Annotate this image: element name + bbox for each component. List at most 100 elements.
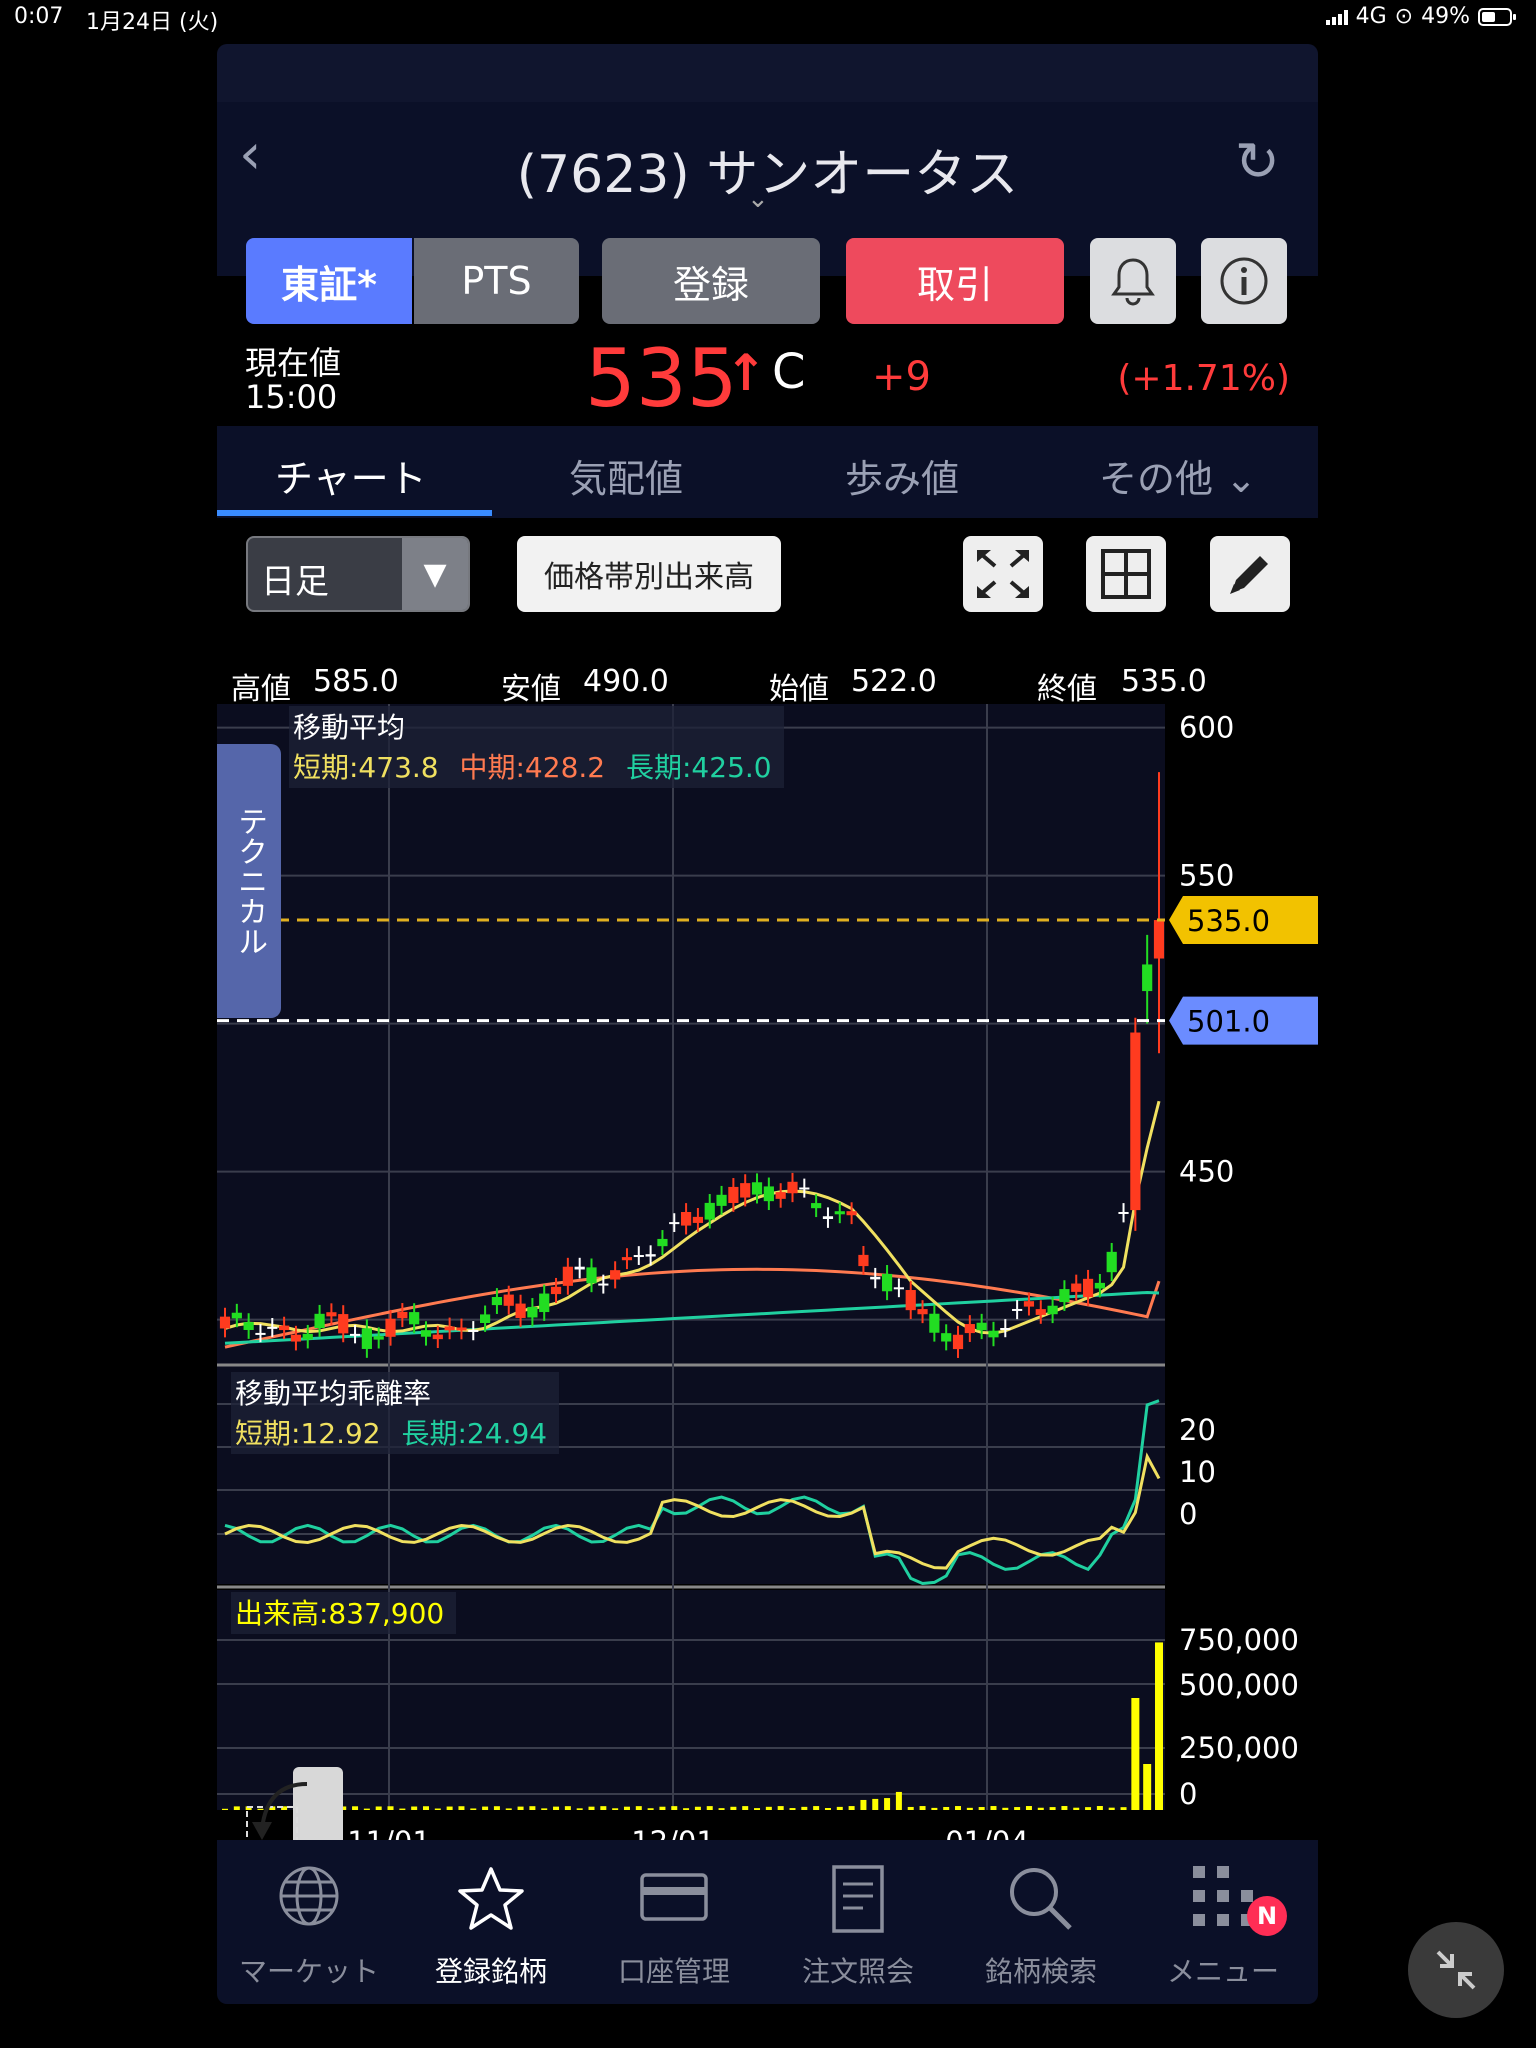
candle: [1130, 1017, 1141, 1231]
volume-bar: [860, 1799, 867, 1810]
candle-body: [338, 1314, 349, 1334]
candle-body: [562, 1266, 573, 1286]
nav-watchlist[interactable]: 登録銘柄: [416, 1864, 566, 1990]
tab-ticks[interactable]: 歩み値: [845, 448, 959, 503]
candle-body: [751, 1182, 763, 1195]
nav-label: メニュー: [1166, 1955, 1279, 1988]
refresh-icon[interactable]: ↻: [1235, 130, 1280, 193]
volume-bar: [1037, 1807, 1044, 1810]
volume-bar: [387, 1806, 394, 1810]
price-flag: C: [772, 344, 806, 400]
volume-bar: [1073, 1807, 1080, 1810]
volume-bar: [493, 1806, 500, 1810]
grid-layout-icon[interactable]: [1086, 536, 1166, 612]
fullscreen-icon[interactable]: [963, 536, 1043, 612]
technical-panel-tab[interactable]: テクニカル: [217, 744, 281, 1018]
candle-body: [373, 1336, 384, 1340]
volume-bar: [612, 1808, 619, 1810]
candle-body: [1071, 1283, 1082, 1292]
high-value: 585.0: [313, 664, 399, 699]
chevron-down-icon[interactable]: ⌄: [747, 184, 769, 214]
candle-body: [728, 1186, 739, 1203]
current-price: 535: [585, 332, 738, 425]
candle-body: [740, 1183, 751, 1198]
volume-bar: [553, 1806, 560, 1810]
dropdown-arrow-icon[interactable]: ▼: [402, 538, 468, 610]
deviation-tick: 20: [1179, 1413, 1216, 1447]
price-change-percent: (+1.71%): [1117, 358, 1290, 399]
tab-indicator: [217, 510, 492, 516]
tab-other[interactable]: その他 ⌄: [1099, 448, 1257, 503]
candle-body: [1023, 1301, 1035, 1307]
volume-profile-button[interactable]: 価格帯別出来高: [517, 536, 781, 612]
candle-body: [468, 1329, 479, 1332]
candle-body: [834, 1211, 845, 1215]
nav-label: 注文照会: [801, 1955, 914, 1988]
chevron-down-icon: ⌄: [1225, 457, 1257, 501]
nav-orders[interactable]: 注文照会: [783, 1864, 933, 1990]
candle-body: [669, 1222, 680, 1225]
volume-bar: [1120, 1807, 1127, 1810]
search-icon: [966, 1864, 1116, 1944]
candle-body: [1059, 1289, 1070, 1303]
candle-body: [704, 1202, 715, 1220]
ma-mid: 中期:428.2: [459, 751, 606, 784]
nav-market[interactable]: マーケット: [234, 1864, 384, 1990]
volume-bar: [1049, 1807, 1056, 1810]
orientation-lock-icon: ⊙: [1394, 4, 1414, 29]
volume-bar: [931, 1807, 938, 1810]
candle-body: [456, 1327, 467, 1331]
candle-body: [515, 1303, 526, 1318]
nav-account[interactable]: 口座管理: [599, 1864, 749, 1990]
volume-bar: [659, 1806, 666, 1810]
market-tosho-button[interactable]: 東証*: [246, 238, 412, 324]
register-button[interactable]: 登録: [602, 238, 820, 324]
collapse-icon[interactable]: [1408, 1922, 1504, 2018]
close-label: 終値: [1037, 672, 1097, 707]
volume-bar: [458, 1806, 465, 1810]
candle-body: [680, 1211, 692, 1226]
up-arrow-icon: ↑: [725, 344, 767, 402]
volume-tick: 0: [1179, 1777, 1197, 1811]
candle-body: [1106, 1251, 1117, 1273]
chart-background: [217, 704, 1165, 1810]
ohlc-row: 高値 585.0 安値 490.0 始値 522.0 終値 535.0: [217, 664, 1318, 707]
candle-body: [491, 1296, 503, 1306]
nav-search[interactable]: 銘柄検索: [966, 1864, 1116, 1990]
candle-body: [1035, 1309, 1046, 1315]
candle-body: [811, 1203, 822, 1209]
candle-body: [349, 1333, 361, 1336]
volume-bar: [623, 1806, 630, 1810]
market-pts-button[interactable]: PTS: [414, 238, 579, 324]
candle-body: [1094, 1282, 1105, 1289]
bell-icon[interactable]: [1090, 238, 1176, 324]
volume-bar: [647, 1808, 654, 1810]
volume-bar: [990, 1806, 997, 1810]
trade-button[interactable]: 取引: [846, 238, 1064, 324]
volume-bar: [600, 1806, 607, 1810]
tab-chart[interactable]: チャート: [275, 448, 427, 503]
candle-body: [633, 1255, 644, 1258]
volume-bar: [895, 1791, 902, 1810]
volume-bar: [742, 1806, 749, 1810]
period-value: 日足: [261, 562, 329, 602]
candle-body: [799, 1187, 810, 1190]
candle-body: [941, 1333, 952, 1342]
volume-bar: [1155, 1642, 1163, 1810]
stock-chart[interactable]: 535.0 501.0 600 550 450 20 10 0 750,000 500,000 2…: [217, 704, 1318, 1854]
candle-body: [692, 1216, 704, 1223]
volume-bar: [907, 1806, 914, 1810]
low-label: 安値: [501, 672, 561, 707]
volume-bar: [1061, 1806, 1068, 1810]
pencil-icon[interactable]: [1210, 536, 1290, 612]
candle-body: [539, 1293, 550, 1313]
volume-bar: [754, 1808, 761, 1810]
volume-bar: [635, 1806, 642, 1810]
info-icon[interactable]: [1201, 238, 1287, 324]
candle-body: [432, 1334, 443, 1340]
price-pane-bg: [217, 704, 1165, 1364]
candle-body: [444, 1326, 455, 1331]
candle-body: [893, 1287, 904, 1290]
volume-bar: [434, 1808, 441, 1810]
tab-quotes[interactable]: 気配値: [569, 448, 683, 503]
